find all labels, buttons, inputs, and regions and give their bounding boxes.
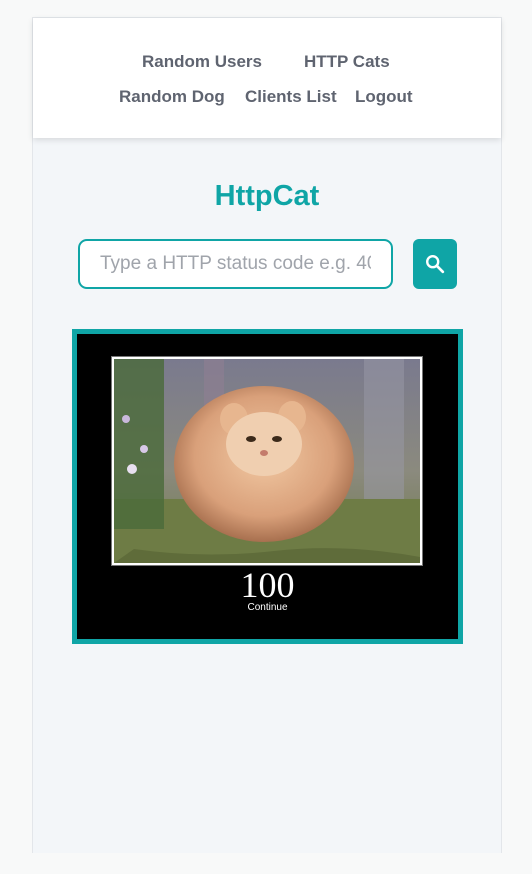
app-frame: Random Users HTTP Cats Random Dog Client… xyxy=(32,17,502,853)
nav-logout[interactable]: Logout xyxy=(355,87,413,107)
nav-clients-list[interactable]: Clients List xyxy=(245,87,337,107)
navbar: Random Users HTTP Cats Random Dog Client… xyxy=(33,18,501,138)
page-title: HttpCat xyxy=(214,180,320,212)
nav-random-users[interactable]: Random Users xyxy=(142,52,262,72)
nav-http-cats[interactable]: HTTP Cats xyxy=(304,52,390,72)
search-icon xyxy=(426,255,445,274)
cat-photo xyxy=(111,356,423,566)
nav-random-dog[interactable]: Random Dog xyxy=(119,87,225,107)
status-code: 100 xyxy=(240,565,295,605)
http-cat-card: 100 Continue xyxy=(72,329,463,644)
search-button[interactable] xyxy=(413,239,457,289)
status-code-search-input[interactable] xyxy=(78,239,393,289)
status-description: Continue xyxy=(247,602,288,613)
